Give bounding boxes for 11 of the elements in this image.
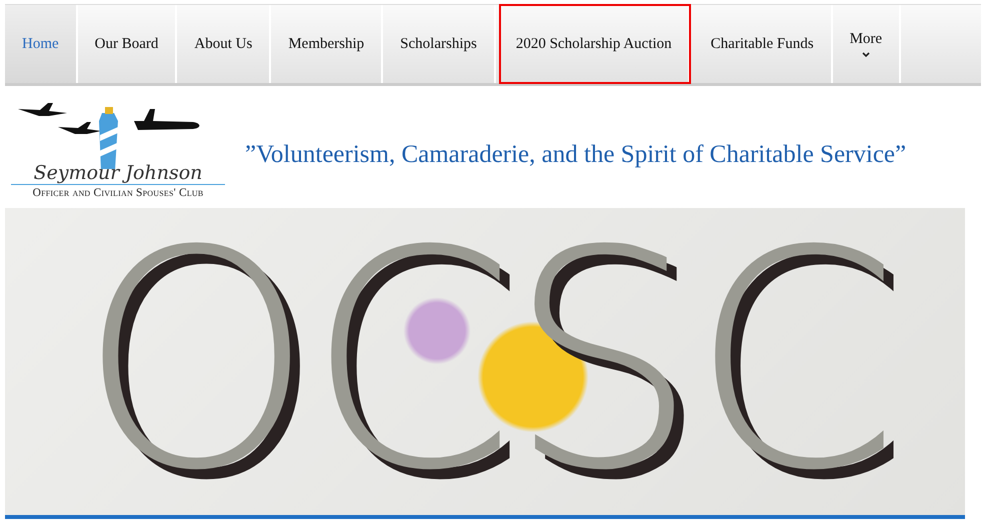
nav-tab[interactable]: Membership <box>271 5 384 83</box>
nav-tab[interactable]: Scholarships <box>383 5 496 83</box>
chevron-down-icon <box>862 52 870 58</box>
nav-tab[interactable]: Home <box>5 5 78 83</box>
tagline: ”Volunteerism, Camaraderie, and the Spirit of Charitable Service” <box>245 141 906 169</box>
nav-tab[interactable]: More <box>832 5 902 83</box>
nav-tab[interactable]: Our Board <box>78 5 178 83</box>
nav-tab[interactable]: About Us <box>177 5 272 83</box>
nav-tab[interactable]: Charitable Funds <box>694 5 833 83</box>
logo-name: Seymour Johnson <box>11 162 225 185</box>
nav-tab[interactable]: 2020 Scholarship Auction <box>500 5 690 83</box>
